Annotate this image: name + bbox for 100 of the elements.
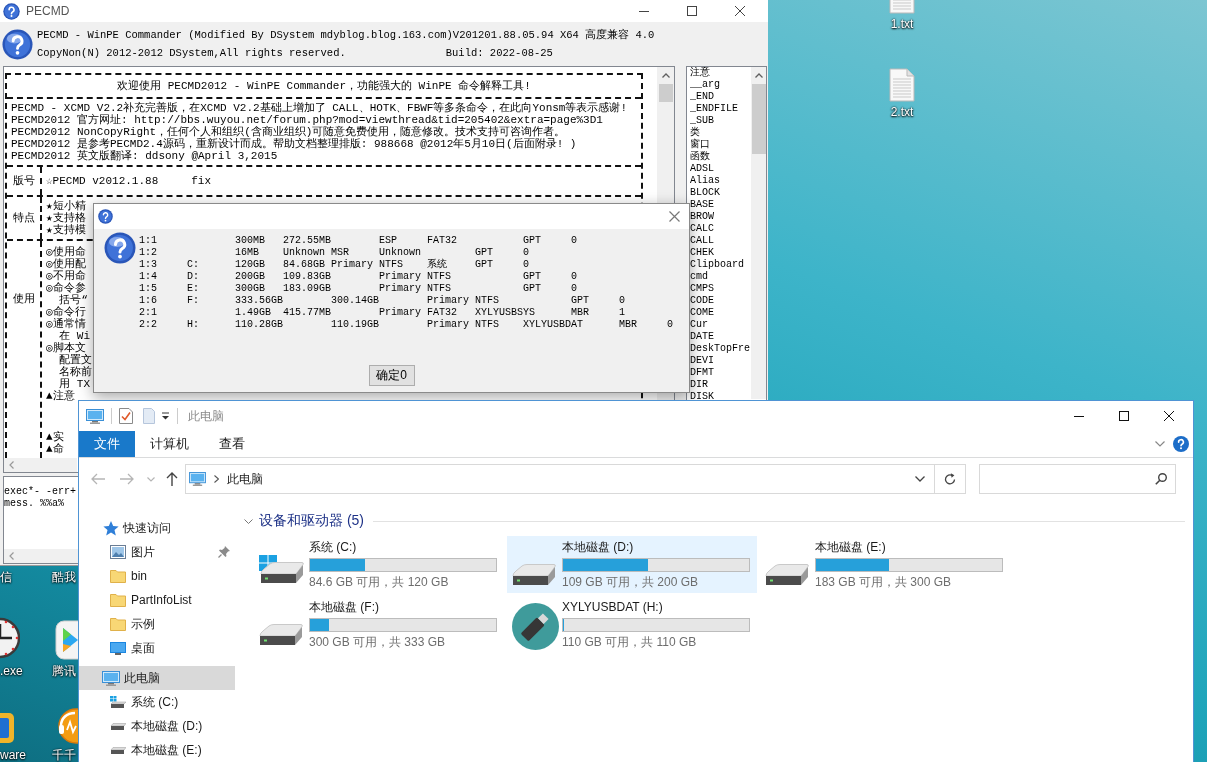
- chevron-down-icon[interactable]: [915, 476, 925, 482]
- folder-icon: [110, 569, 126, 583]
- search-icon[interactable]: [1155, 473, 1167, 485]
- command-item[interactable]: BROW: [690, 211, 751, 223]
- caret-up-icon[interactable]: [754, 73, 763, 78]
- intro-line: PECMD2012 NonCopyRight，任何个人和组织(含商业组织)可随意免费使用，随意修改。技术支持可咨询作者。: [11, 126, 566, 138]
- command-item[interactable]: _SUB: [690, 115, 751, 127]
- command-item[interactable]: BASE: [690, 199, 751, 211]
- nav-item[interactable]: 示例: [79, 612, 235, 636]
- command-item[interactable]: 函数: [690, 151, 751, 163]
- caret-left-icon[interactable]: [9, 552, 14, 560]
- nav-item[interactable]: 图片: [79, 540, 235, 564]
- group-title[interactable]: 设备和驱动器 (5): [259, 512, 364, 530]
- command-item[interactable]: CALL: [690, 235, 751, 247]
- drive-caption: 109 GB 可用，共 200 GB: [562, 575, 699, 589]
- nav-item[interactable]: 本地磁盘 (E:): [79, 738, 235, 762]
- icon-label: 千千: [52, 748, 76, 762]
- command-item[interactable]: COME: [690, 307, 751, 319]
- command-item[interactable]: Cur: [690, 319, 751, 331]
- close-icon[interactable]: [1164, 411, 1174, 421]
- welcome-text: 欢迎使用 PECMD2012 - WinPE Commander，功能强大的 WinPE 命令解释工具!: [117, 80, 531, 92]
- help-icon: [104, 232, 136, 264]
- command-item[interactable]: cmd: [690, 271, 751, 283]
- drive-tile[interactable]: 系统 (C:) 84.6 GB 可用，共 120 GB: [254, 536, 504, 593]
- caret-up-icon[interactable]: [661, 73, 670, 78]
- command-item[interactable]: BLOCK: [690, 187, 751, 199]
- play-icon[interactable]: [55, 620, 78, 660]
- scroll-thumb[interactable]: [751, 84, 766, 154]
- refresh-button[interactable]: [935, 464, 966, 494]
- nav-item[interactable]: 本地磁盘 (D:): [79, 714, 235, 738]
- nav-item[interactable]: PartInfoList: [79, 588, 235, 612]
- intro-line: PECMD2012 英文版翻译: ddsony @April 3,2015: [11, 150, 278, 162]
- section-label: 特点: [12, 212, 35, 224]
- intro-line: PECMD2012 是参考PECMD2.4源码，重新设计而成。帮助文档整理排版: 988668 @2012年5月10日(后面附录! ): [11, 138, 577, 150]
- section-label: 使用: [12, 293, 35, 305]
- drive-tile[interactable]: 本地磁盘 (E:) 183 GB 可用，共 300 GB: [760, 536, 1010, 593]
- pin-icon[interactable]: [218, 546, 230, 558]
- command-item[interactable]: DFMT: [690, 367, 751, 379]
- computer-icon: [102, 670, 120, 686]
- app-icon[interactable]: [0, 712, 15, 744]
- chevron-right-icon[interactable]: [214, 475, 219, 483]
- chevron-down-icon[interactable]: [244, 518, 253, 524]
- scrollbar[interactable]: [751, 67, 766, 399]
- command-item[interactable]: ADSL: [690, 163, 751, 175]
- address-bar[interactable]: 此电脑: [185, 464, 935, 494]
- minimize-icon[interactable]: [639, 10, 649, 12]
- intro-line: PECMD - XCMD V2.2补充完善版，在XCMD V2.2基础上增加了 CALL、HOTK、FBWF等多条命令，在此向Yonsm等表示感谢!: [11, 102, 628, 114]
- help-icon: [98, 209, 113, 224]
- command-item[interactable]: DATE: [690, 331, 751, 343]
- drive-tile[interactable]: 本地磁盘 (F:) 300 GB 可用，共 333 GB: [254, 596, 504, 653]
- search-field[interactable]: [979, 464, 1176, 494]
- help-icon[interactable]: [1173, 436, 1189, 452]
- up-arrow-icon[interactable]: [166, 472, 178, 486]
- drive-name: 系统 (C:): [309, 540, 357, 554]
- drive-tile[interactable]: 本地磁盘 (D:) 109 GB 可用，共 200 GB: [507, 536, 757, 593]
- file-tab[interactable]: 文件: [79, 431, 135, 457]
- section-line: ◎命令参: [46, 282, 86, 294]
- command-item[interactable]: DEVI: [690, 355, 751, 367]
- scrollbar[interactable]: [4, 549, 78, 563]
- checkmark-document-icon[interactable]: [119, 408, 133, 424]
- maximize-icon[interactable]: [1119, 411, 1129, 421]
- close-icon[interactable]: [735, 6, 745, 16]
- file-name-label: 1.txt: [890, 17, 914, 31]
- command-item[interactable]: _ENDFILE: [690, 103, 751, 115]
- scrollbar[interactable]: [4, 458, 77, 472]
- maximize-icon[interactable]: [687, 6, 697, 16]
- nav-item[interactable]: 桌面: [79, 636, 235, 660]
- drive-tile[interactable]: XYLYUSBDAT (H:) 110 GB 可用，共 110 GB: [507, 596, 757, 653]
- command-item[interactable]: 注意: [690, 67, 751, 79]
- nav-item[interactable]: bin: [79, 564, 235, 588]
- command-item[interactable]: __arg: [690, 79, 751, 91]
- command-item[interactable]: _END: [690, 91, 751, 103]
- command-item[interactable]: 窗口: [690, 139, 751, 151]
- ribbon-tab[interactable]: 计算机: [135, 431, 204, 457]
- command-item[interactable]: DeskTopFre: [690, 343, 751, 355]
- program-info-text: PECMD - WinPE Commander (Modified By DSystem mdyblog.blog.163.com)V201201.88.05.94 X64 高度兼容 4.0: [37, 28, 655, 42]
- minimize-icon[interactable]: [1074, 415, 1084, 417]
- section-line: ◎通常情: [46, 318, 86, 330]
- command-item[interactable]: CMPS: [690, 283, 751, 295]
- command-item[interactable]: CHEK: [690, 247, 751, 259]
- command-item[interactable]: Alias: [690, 175, 751, 187]
- command-item[interactable]: Clipboard: [690, 259, 751, 271]
- command-item[interactable]: CODE: [690, 295, 751, 307]
- nav-item[interactable]: 此电脑: [79, 666, 235, 690]
- ribbon-tab[interactable]: 查看: [204, 431, 260, 457]
- ok-button[interactable]: 确定0: [368, 365, 415, 386]
- clock-icon[interactable]: [0, 616, 20, 660]
- command-item[interactable]: CALC: [690, 223, 751, 235]
- nav-item[interactable]: 快速访问: [79, 516, 235, 540]
- command-item[interactable]: DISK: [690, 391, 751, 403]
- caret-left-icon[interactable]: [9, 461, 14, 469]
- computer-icon[interactable]: [86, 408, 104, 424]
- command-item[interactable]: 类: [690, 127, 751, 139]
- log-text-area[interactable]: exec*- -err+ mess. %%a%: [3, 476, 78, 564]
- nav-item[interactable]: 系统 (C:): [79, 690, 235, 714]
- command-item[interactable]: DIR: [690, 379, 751, 391]
- scroll-thumb[interactable]: [658, 84, 673, 102]
- section-line: ◎不用命: [46, 270, 86, 282]
- caret-down-icon[interactable]: [161, 412, 170, 420]
- partition-line: 1:6 F: 333.56GB 300.14GB Primary NTFS GPT 0: [139, 295, 626, 307]
